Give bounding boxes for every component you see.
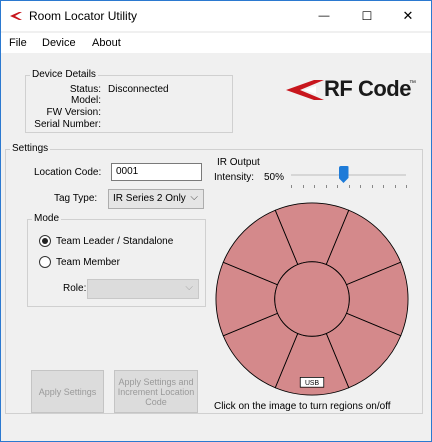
chevron-down-icon: ⌵ [190,192,198,203]
menu-device[interactable]: Device [42,37,76,49]
rf-code-logo-trademark: ™ [409,80,416,87]
slider-tick [325,185,327,188]
maximize-button[interactable]: ☐ [344,1,390,31]
ir-region-diagram[interactable]: USB [214,201,410,397]
team-member-label[interactable]: Team Member [56,257,120,268]
slider-tick [291,185,292,188]
chevron-down-icon: ⌵ [185,282,193,293]
slider-tick [406,185,407,188]
app-window: Room Locator Utility — ☐ ✕ File Device A… [0,0,432,442]
status-bar [1,419,431,441]
minimize-button[interactable]: — [301,1,347,31]
close-button[interactable]: ✕ [385,1,431,31]
ir-output-label: IR Output [217,157,260,168]
team-member-radio[interactable] [39,256,51,268]
tag-type-select[interactable]: IR Series 2 Only ⌵ [108,189,204,209]
rf-code-app-icon [10,12,22,20]
team-leader-radio[interactable] [39,235,51,247]
slider-tick [360,185,361,188]
ir-regions [215,202,409,396]
rf-code-logo-text: RF Code [324,76,411,101]
location-code-label: Location Code: [34,167,102,178]
serial-number-label: Serial Number: [34,119,101,130]
device-details-label: Device Details [30,69,98,80]
status-value: Disconnected [108,84,169,95]
location-code-input[interactable]: 0001 [111,163,202,181]
apply-settings-label: Apply Settings [38,386,97,397]
tag-type-label: Tag Type: [54,193,98,204]
ir-center-region[interactable] [274,261,350,337]
menu-about[interactable]: About [92,37,121,49]
model-label: Model: [70,95,101,106]
menu-bar: File Device About [1,33,431,53]
rf-code-logo: RF Code ™ [284,74,419,108]
title-bar[interactable]: Room Locator Utility — ☐ ✕ [1,1,431,31]
settings-label: Settings [10,143,51,154]
slider-tick [383,185,384,188]
ir-region-hint: Click on the image to turn regions on/of… [214,401,391,412]
role-select[interactable]: ⌵ [87,279,199,299]
role-label: Role: [63,283,87,294]
window-title: Room Locator Utility [29,9,138,23]
menu-file[interactable]: File [9,37,27,49]
slider-tick [302,185,304,188]
status-label: Status: [69,84,101,95]
usb-label: USB [305,380,320,387]
apply-settings-button[interactable]: Apply Settings [31,370,104,413]
slider-tick [314,185,315,188]
rf-code-logo-mark [286,80,324,100]
slider-tick [337,185,338,188]
fw-version-label: FW Version: [46,107,101,118]
slider-tick [371,185,373,188]
slider-tick [394,185,396,188]
team-leader-label[interactable]: Team Leader / Standalone [56,236,173,247]
intensity-slider-track[interactable] [291,174,406,176]
apply-increment-button[interactable]: Apply Settings and Increment Location Co… [114,370,198,413]
slider-tick [348,185,350,188]
tag-type-value: IR Series 2 Only [113,193,186,204]
intensity-value: 50% [264,172,285,183]
apply-increment-label: Apply Settings and Increment Location Co… [117,376,195,407]
intensity-label: Intensity: [214,172,255,183]
mode-label: Mode [32,213,62,224]
